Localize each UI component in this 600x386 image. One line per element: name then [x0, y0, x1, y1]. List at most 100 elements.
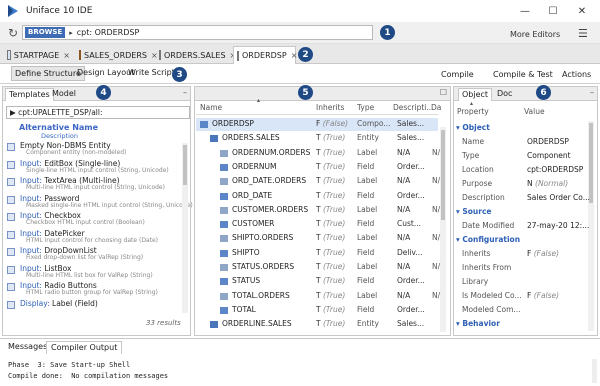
field-icon	[220, 163, 228, 171]
minimize-pane-icon[interactable]: –	[183, 88, 187, 97]
browse-mode-badge[interactable]: BROWSE	[25, 27, 66, 38]
structure-row[interactable]: ORDERS.SALES T (True) Entity Sales...	[196, 132, 438, 145]
template-item[interactable]: Input: DatePicker HTML input control for …	[6, 229, 182, 244]
row-da: N/	[432, 204, 441, 214]
column-da[interactable]: Da	[431, 103, 441, 112]
row-name: STATUS.ORDERS	[232, 262, 295, 271]
row-name: ORDERDSP	[212, 119, 254, 128]
property-value[interactable]: F (False)	[527, 291, 559, 300]
row-name: CUSTOMER.ORDERS	[232, 204, 309, 214]
property-value[interactable]: N (Normal)	[527, 179, 568, 188]
template-item[interactable]: Input: EditBox (Single-line) Single-line …	[6, 159, 182, 174]
property-value[interactable]: 27-may-20 12:...	[527, 221, 589, 230]
property-value[interactable]: F (False)	[527, 249, 559, 258]
structure-row[interactable]: ORD_DATE.ORDERS T (True) Label N/A N/	[196, 175, 440, 188]
scrollbar-thumb[interactable]	[441, 130, 445, 220]
structure-row[interactable]: ORDERDSP F (False) Compo... Sales...	[196, 118, 438, 131]
tab-write-script[interactable]: Write Script	[128, 68, 175, 77]
template-item[interactable]: Input: DropDownList Fixed drop-down list …	[6, 246, 182, 261]
column-property[interactable]: Property	[457, 107, 489, 116]
column-value[interactable]: Value	[524, 107, 545, 116]
tab-doc[interactable]: Doc	[494, 88, 515, 101]
column-inherits[interactable]: Inherits	[316, 103, 344, 112]
close-tab-icon[interactable]: ×	[63, 51, 70, 60]
compile-and-test-button[interactable]: Compile & Test	[493, 70, 553, 79]
menu-icon[interactable]: ☰	[578, 27, 588, 40]
tab-compiler-output[interactable]: Compiler Output	[46, 341, 123, 354]
tab-orders-sales[interactable]: ORDERS.SALES ×	[156, 46, 236, 64]
template-item[interactable]: Display: Label (Field)	[6, 299, 182, 312]
inherits-flag: (True)	[322, 262, 346, 271]
output-scrollbar[interactable]	[592, 359, 597, 383]
callout-badge-2: 2	[298, 47, 313, 62]
actions-menu-button[interactable]: Actions	[562, 70, 591, 79]
template-item[interactable]: Input: TextArea (Multi-line) Multi-line H…	[6, 176, 182, 191]
property-value[interactable]: cpt:ORDERDSP	[527, 165, 583, 174]
scrollbar-thumb[interactable]	[183, 145, 187, 185]
tab-define-structure[interactable]: Define Structure	[11, 66, 85, 81]
structure-row[interactable]: TOTAL.ORDERS T (True) Label N/A N/	[196, 290, 440, 303]
template-item[interactable]: Input: Radio Buttons HTML radio button gr…	[6, 281, 182, 296]
entity-icon	[210, 135, 218, 143]
row-type: Entity	[357, 133, 379, 143]
template-item[interactable]: Input: Password Masked single-line HTML i…	[6, 194, 193, 209]
property-name: Purpose	[462, 179, 493, 188]
row-name: TOTAL	[232, 304, 256, 314]
arrow-icon: ▸	[69, 28, 73, 37]
column-description[interactable]: Descripti...	[393, 103, 434, 112]
value-text: F	[527, 291, 532, 300]
structure-row[interactable]: ORD_DATE T (True) Field Order...	[196, 190, 438, 203]
maximize-pane-icon[interactable]: ☐	[440, 88, 447, 97]
property-value[interactable]: Component	[527, 151, 571, 160]
property-section[interactable]: ▾ Behavior	[456, 319, 500, 328]
row-description: Order...	[397, 304, 425, 314]
structure-row[interactable]: STATUS.ORDERS T (True) Label N/A N/	[196, 261, 440, 274]
property-value[interactable]: Sales Order Co...	[527, 193, 590, 202]
column-type[interactable]: Type	[357, 103, 374, 112]
close-window-button[interactable]: ✕	[562, 0, 600, 22]
compile-button[interactable]: Compile	[441, 70, 474, 79]
tab-messages[interactable]: Messages	[4, 341, 51, 354]
template-item[interactable]: Input: ListBox Multi-line HTML list box f…	[6, 264, 182, 279]
structure-row[interactable]: SHIPTO.ORDERS T (True) Label N/A N/	[196, 232, 440, 245]
template-icon	[7, 160, 15, 169]
tab-design-layout[interactable]: Design Layout	[77, 68, 134, 77]
close-tab-icon[interactable]: ×	[291, 51, 298, 60]
template-description: Multi-line HTML input control (String, U…	[26, 184, 165, 191]
property-section[interactable]: ▾ Source	[456, 207, 492, 216]
more-editors-button[interactable]: More Editors	[510, 30, 560, 39]
templates-scrollbar[interactable]	[182, 143, 188, 313]
template-icon	[7, 265, 15, 274]
row-name: ORDERLINE.SALES	[222, 319, 292, 329]
structure-row[interactable]: ORDERNUM.ORDERS T (True) Label N/A N/	[196, 147, 440, 160]
structure-row[interactable]: STATUS T (True) Field Order...	[196, 275, 438, 288]
template-path-field[interactable]: ▶ cpt:UPALETTE_DSP/all:	[6, 106, 190, 119]
inherits-flag: (True)	[322, 290, 346, 300]
tab-model[interactable]: Model	[49, 88, 79, 101]
tab-orderdsp[interactable]: ORDERDSP ×	[233, 46, 298, 64]
refresh-icon[interactable]: ↻	[6, 26, 20, 40]
tab-templates[interactable]: Templates	[5, 88, 54, 101]
structure-row[interactable]: TOTAL T (True) Field Order...	[196, 304, 438, 317]
template-item[interactable]: Input: Checkbox Checkbox HTML input contr…	[6, 211, 182, 226]
tab-object[interactable]: Object	[458, 88, 493, 101]
scrollbar-thumb[interactable]	[589, 123, 593, 203]
structure-row[interactable]: ORDERNUM T (True) Field Order...	[196, 161, 438, 174]
row-inherits: T (True)	[316, 305, 345, 314]
structure-scrollbar[interactable]	[440, 127, 446, 332]
property-name: Description	[462, 193, 505, 202]
tab-startpage[interactable]: STARTPAGE ×	[4, 46, 70, 64]
structure-row[interactable]: CUSTOMER T (True) Field Cust...	[196, 218, 438, 231]
structure-row[interactable]: CUSTOMER.ORDERS T (True) Label N/A N/	[196, 204, 441, 217]
structure-row[interactable]: ORDERLINE.SALES T (True) Entity Sales...	[196, 318, 438, 331]
property-section[interactable]: ▾ Object	[456, 123, 490, 132]
column-name[interactable]: Name	[200, 103, 222, 112]
template-item[interactable]: Empty Non-DBMS Entity Component entity (n…	[6, 141, 182, 156]
command-line-input[interactable]: BROWSE ▸ cpt: ORDERDSP	[22, 25, 373, 40]
property-name: Is Modeled Co...	[462, 291, 522, 300]
tab-sales-orders[interactable]: SALES_ORDERS ×	[76, 46, 158, 64]
structure-row[interactable]: SHIPTO T (True) Field Deliv...	[196, 247, 438, 260]
property-section[interactable]: ▾ Configuration	[456, 235, 520, 244]
minimize-pane-icon[interactable]: –	[590, 88, 594, 97]
property-value[interactable]: ORDERDSP	[527, 137, 569, 146]
